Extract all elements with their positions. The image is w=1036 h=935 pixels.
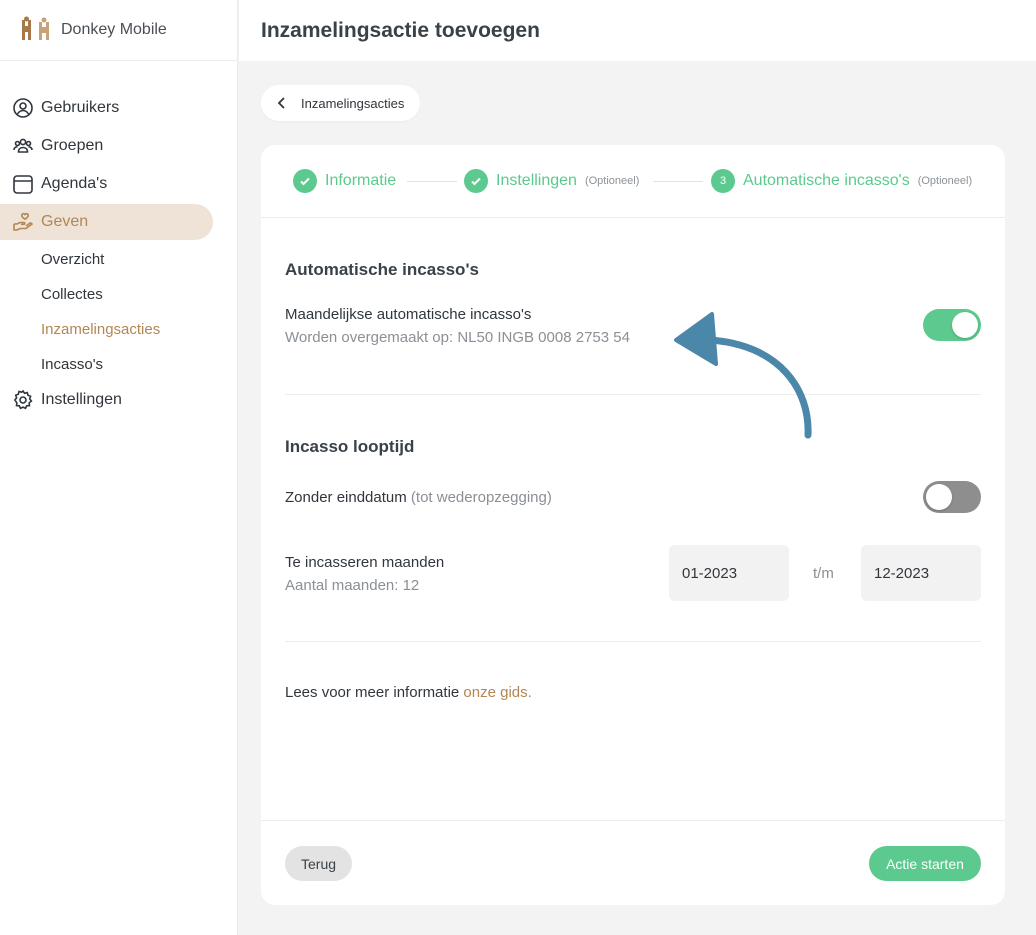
start-month-input[interactable]: 01-2023 — [669, 545, 789, 601]
sidebar: Donkey Mobile Gebruikers Groepen Agenda'… — [0, 0, 238, 935]
section-title-automatische-incassos: Automatische incasso's — [285, 260, 479, 279]
sidebar-subitem-inzamelingsacties[interactable]: Inzamelingsacties — [0, 312, 238, 347]
step-optional: (Optioneel) — [584, 175, 640, 187]
no-end-date-toggle[interactable] — [923, 481, 981, 513]
brand-name: Donkey Mobile — [61, 21, 167, 38]
users-icon — [12, 135, 34, 157]
monthly-incasso-toggle[interactable] — [923, 309, 981, 341]
sidebar-subitem-incassos[interactable]: Incasso's — [0, 347, 238, 382]
sidebar-item-label: Groepen — [41, 137, 104, 154]
calendar-icon — [12, 173, 34, 195]
no-end-date-label: Zonder einddatum — [285, 489, 407, 506]
sidebar-item-agendas[interactable]: Agenda's — [0, 166, 238, 202]
back-to-inzamelingsacties-button[interactable]: Inzamelingsacties — [261, 85, 421, 121]
annotation-arrow-icon — [674, 312, 812, 439]
gear-icon — [12, 389, 34, 411]
section-title-incasso-looptijd: Incasso looptijd — [285, 437, 415, 456]
top-bar: Inzamelingsactie toevoegen — [239, 0, 1036, 61]
donkey-logo-icon — [22, 16, 49, 40]
info-text: Lees voor meer informatie onze gids. — [285, 684, 532, 701]
sidebar-item-label: Gebruikers — [41, 99, 120, 116]
sidebar-item-label: Agenda's — [41, 175, 108, 192]
toggle-knob — [952, 312, 978, 338]
months-label: Te incasseren maanden — [285, 554, 445, 571]
end-month-input[interactable]: 12-2023 — [861, 545, 981, 601]
sidebar-item-gebruikers[interactable]: Gebruikers — [0, 90, 238, 126]
wizard-steps: Informatie Instellingen (Optioneel) 3 Au… — [261, 145, 1005, 218]
step-informatie[interactable]: Informatie — [293, 169, 396, 193]
info-text-label: Lees voor meer informatie — [285, 684, 464, 701]
chevron-left-icon — [277, 97, 285, 109]
check-icon — [293, 169, 317, 193]
guide-link[interactable]: onze gids. — [463, 684, 531, 701]
section-divider — [285, 394, 981, 395]
step-label: Instellingen — [496, 172, 577, 189]
toggle-knob — [926, 484, 952, 510]
step-label: Informatie — [325, 172, 397, 189]
section-divider — [285, 641, 981, 642]
monthly-incasso-label: Maandelijkse automatische incasso's — [285, 306, 532, 323]
step-connector — [653, 181, 703, 182]
sidebar-nav: Gebruikers Groepen Agenda's Geven Overzi… — [0, 90, 238, 420]
sidebar-item-label: Instellingen — [41, 391, 122, 408]
back-button[interactable]: Terug — [285, 846, 353, 881]
sidebar-subitem-overzicht[interactable]: Overzicht — [0, 242, 238, 277]
no-end-date-row: Zonder einddatum (tot wederopzegging) — [285, 489, 552, 506]
sidebar-subitem-collectes[interactable]: Collectes — [0, 277, 238, 312]
step-label: Automatische incasso's — [743, 172, 910, 189]
step-instellingen[interactable]: Instellingen (Optioneel) — [464, 169, 639, 193]
sidebar-item-instellingen[interactable]: Instellingen — [0, 382, 238, 418]
no-end-date-hint: (tot wederopzegging) — [410, 489, 552, 506]
page-title: Inzamelingsactie toevoegen — [261, 18, 540, 42]
step-connector — [407, 181, 457, 182]
step-optional: (Optioneel) — [917, 175, 973, 187]
range-separator: t/m — [813, 565, 834, 582]
footer-divider — [261, 820, 1005, 821]
wizard-card: Informatie Instellingen (Optioneel) 3 Au… — [261, 145, 1005, 905]
hand-heart-icon — [12, 211, 34, 233]
user-circle-icon — [12, 97, 34, 119]
sidebar-item-label: Geven — [41, 213, 89, 230]
brand[interactable]: Donkey Mobile — [0, 0, 237, 61]
months-count: Aantal maanden: 12 — [285, 577, 420, 594]
step-automatische-incassos[interactable]: 3 Automatische incasso's (Optioneel) — [711, 169, 972, 193]
sidebar-item-geven[interactable]: Geven — [0, 204, 213, 240]
check-icon — [464, 169, 488, 193]
start-action-button[interactable]: Actie starten — [869, 846, 981, 881]
back-button-label: Inzamelingsacties — [301, 95, 405, 111]
sidebar-item-groepen[interactable]: Groepen — [0, 128, 238, 164]
monthly-incasso-iban: Worden overgemaakt op: NL50 INGB 0008 27… — [285, 329, 630, 346]
step-number: 3 — [711, 169, 735, 193]
